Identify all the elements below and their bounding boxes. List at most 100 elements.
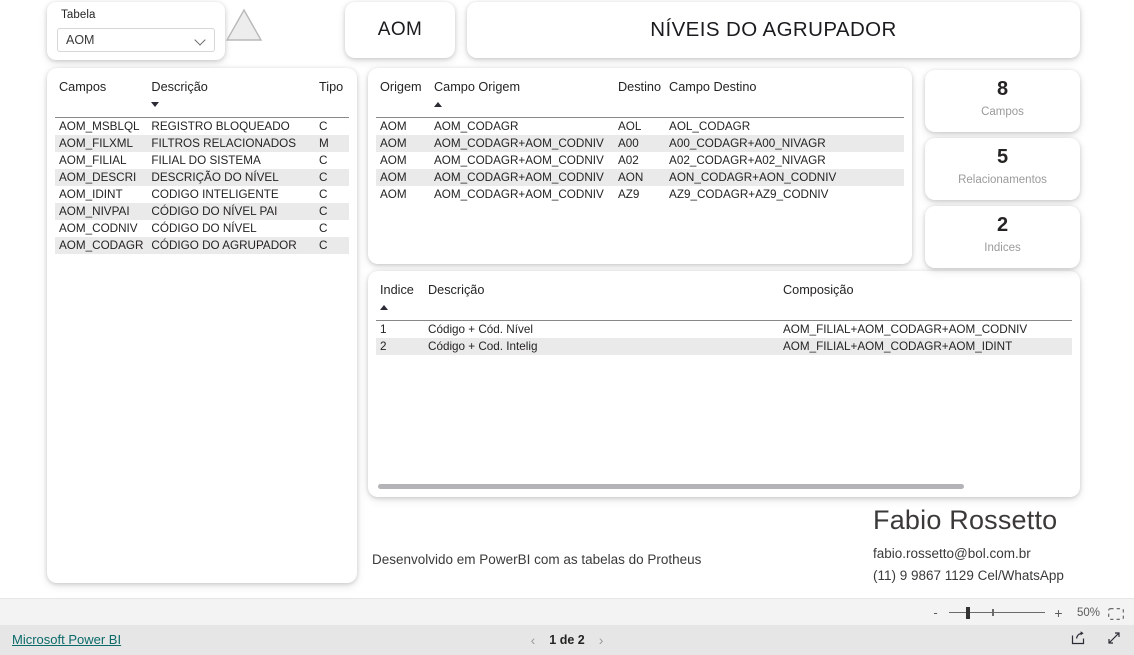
column-header-campo-destino[interactable]: Campo Destino [665, 80, 904, 96]
chevron-down-icon[interactable] [196, 36, 207, 47]
sort-indicator-row [55, 96, 349, 111]
cell-origem: AOM [380, 120, 407, 133]
column-header-campo-origem[interactable]: Campo Origem [430, 80, 614, 96]
slider-track[interactable] [949, 611, 1045, 614]
cell-descricao: CÓDIGO DO NÍVEL [151, 222, 257, 235]
cell-destino: A00 [614, 135, 666, 152]
cell-descricao: FILTROS RELACIONADOS [147, 135, 315, 152]
column-header-descricao[interactable]: Descrição [424, 283, 779, 299]
index-table-card[interactable]: Indice Descrição Composição 1 Código + Có… [368, 271, 1080, 497]
zoom-out-button[interactable]: - [930, 606, 941, 619]
slider-thumb[interactable] [966, 606, 970, 619]
cell-tipo: M [315, 135, 349, 152]
fit-to-page-icon[interactable] [1108, 607, 1124, 620]
column-header-composicao[interactable]: Composição [779, 283, 1072, 299]
share-icon[interactable] [1070, 630, 1086, 651]
cell-indice: 1 [380, 323, 387, 336]
sort-spacer [55, 96, 147, 111]
sort-spacer [779, 299, 1072, 314]
chevron-right-icon[interactable]: › [599, 632, 604, 648]
table-row[interactable]: 1 Código + Cód. Nível AOM_FILIAL+AOM_CODAG… [376, 321, 1072, 339]
kpi-value: 2 [996, 214, 1009, 236]
zoom-slider[interactable] [949, 606, 1045, 620]
cell-tipo: C [319, 188, 328, 201]
sort-indicator-descricao [147, 96, 315, 111]
report-title-card: NÍVEIS DO AGRUPADOR [467, 2, 1080, 58]
zoom-in-button[interactable]: + [1053, 606, 1064, 620]
table-row[interactable]: AOM AOM_CODAGR+AOM_CODNIV A02 A02_CODAGR+A0… [376, 152, 904, 169]
table-row[interactable]: AOM AOM_CODAGR+AOM_CODNIV AON AON_CODAGR+AO… [376, 169, 904, 186]
cell-composicao: AOM_FILIAL+AOM_CODAGR+AOM_IDINT [779, 338, 1072, 355]
cell-origem: AOM [380, 188, 407, 201]
column-header-indice[interactable]: Indice [376, 283, 424, 299]
column-header-descricao[interactable]: Descrição [147, 80, 315, 96]
cell-descricao: CÓDIGO DO AGRUPADOR [147, 237, 315, 254]
table-row[interactable]: AOM_DESCRI DESCRIÇÃO DO NÍVEL C [55, 169, 349, 186]
cell-campo: AOM_MSBLQL [59, 120, 140, 133]
cell-origem: AOM [376, 135, 430, 152]
kpi-label: Relacionamentos [958, 174, 1047, 186]
fields-table-body: AOM_MSBLQL REGISTRO BLOQUEADO C AOM_FILXML… [55, 118, 349, 254]
table-row[interactable]: AOM_CODNIV CÓDIGO DO NÍVEL C [55, 220, 349, 237]
cell-campo-origem: AOM_CODAGR+AOM_CODNIV [434, 154, 604, 167]
cell-destino: A02 [618, 154, 639, 167]
fields-table-card[interactable]: Campos Descrição Tipo AOM_MSBLQL REGISTRO… [47, 68, 357, 583]
author-phone: (11) 9 9867 1129 Cel/WhatsApp [873, 568, 1064, 583]
table-row[interactable]: AOM_IDINT CODIGO INTELIGENTE C [55, 186, 349, 203]
table-row[interactable]: AOM_CODAGR CÓDIGO DO AGRUPADOR C [55, 237, 349, 254]
fields-table[interactable]: Campos Descrição Tipo AOM_MSBLQL REGISTRO… [55, 80, 349, 254]
table-row[interactable]: AOM_FILXML FILTROS RELACIONADOS M [55, 135, 349, 152]
table-row[interactable]: AOM_MSBLQL REGISTRO BLOQUEADO C [55, 118, 349, 136]
cell-campo-destino: A02_CODAGR+A02_NIVAGR [669, 154, 826, 167]
sort-spacer [614, 96, 665, 111]
cell-campo: AOM_FILIAL [59, 154, 127, 167]
table-name-text: AOM [377, 19, 423, 40]
table-slicer[interactable]: Tabela AOM [47, 2, 225, 60]
cell-descricao: FILIAL DO SISTEMA [151, 154, 261, 167]
column-header-campos[interactable]: Campos [55, 80, 147, 96]
sort-indicator-campo-origem [430, 96, 614, 111]
index-table[interactable]: Indice Descrição Composição 1 Código + Có… [376, 283, 1072, 355]
table-row[interactable]: AOM AOM_CODAGR+AOM_CODNIV AZ9 AZ9_CODAGR+AZ… [376, 186, 904, 203]
kpi-card-indices[interactable]: 2 Indices [925, 206, 1080, 268]
cell-campo-origem: AOM_CODAGR [434, 120, 519, 133]
horizontal-scrollbar[interactable] [378, 484, 1070, 489]
cell-campo-origem: AOM_CODAGR+AOM_CODNIV [434, 188, 604, 201]
cell-campo-destino: AON_CODAGR+AON_CODNIV [665, 169, 904, 186]
cell-campo: AOM_IDINT [59, 188, 123, 201]
table-header-row[interactable]: Indice Descrição Composição [376, 283, 1072, 299]
cell-origem: AOM [380, 154, 407, 167]
table-row[interactable]: 2 Código + Cod. Intelig AOM_FILIAL+AOM_COD… [376, 338, 1072, 355]
zoom-bar: - + 50% [0, 598, 1134, 627]
cell-descricao: Código + Cod. Intelig [424, 338, 779, 355]
table-row[interactable]: AOM_FILIAL FILIAL DO SISTEMA C [55, 152, 349, 169]
slider-tick [992, 608, 994, 616]
column-header-tipo[interactable]: Tipo [315, 80, 349, 96]
chevron-left-icon[interactable]: ‹ [531, 632, 536, 648]
sort-spacer [665, 96, 904, 111]
cell-descricao: DESCRIÇÃO DO NÍVEL [147, 169, 315, 186]
table-row[interactable]: AOM AOM_CODAGR AOL AOL_CODAGR [376, 118, 904, 136]
kpi-card-relacionamentos[interactable]: 5 Relacionamentos [925, 138, 1080, 200]
slicer-dropdown[interactable]: AOM [57, 28, 215, 52]
kpi-card-campos[interactable]: 8 Campos [925, 70, 1080, 132]
zoom-percentage: 50% [1076, 606, 1100, 619]
cell-tipo: C [319, 154, 328, 167]
relationships-table-card[interactable]: Origem Campo Origem Destino Campo Destin… [368, 68, 912, 264]
page-title: NÍVEIS DO AGRUPADOR [650, 18, 897, 41]
table-row[interactable]: AOM_NIVPAI CÓDIGO DO NÍVEL PAI C [55, 203, 349, 220]
cell-campo: AOM_CODAGR [55, 237, 148, 254]
table-header-row[interactable]: Campos Descrição Tipo [55, 80, 349, 96]
cell-destino: AON [614, 169, 666, 186]
index-matrix: Indice Descrição Composição 1 Código + Có… [368, 271, 1080, 355]
fullscreen-icon[interactable] [1106, 630, 1122, 651]
cell-campo-destino: AOL_CODAGR [669, 120, 751, 133]
cell-campo: AOM_DESCRI [55, 169, 148, 186]
table-header-row[interactable]: Origem Campo Origem Destino Campo Destin… [376, 80, 904, 96]
development-note: Desenvolvido em PowerBI com as tabelas d… [372, 552, 702, 567]
relationships-table[interactable]: Origem Campo Origem Destino Campo Destin… [376, 80, 904, 203]
column-header-origem[interactable]: Origem [376, 80, 430, 96]
scrollbar-thumb[interactable] [378, 484, 964, 489]
table-row[interactable]: AOM AOM_CODAGR+AOM_CODNIV A00 A00_CODAGR+A0… [376, 135, 904, 152]
column-header-destino[interactable]: Destino [614, 80, 665, 96]
